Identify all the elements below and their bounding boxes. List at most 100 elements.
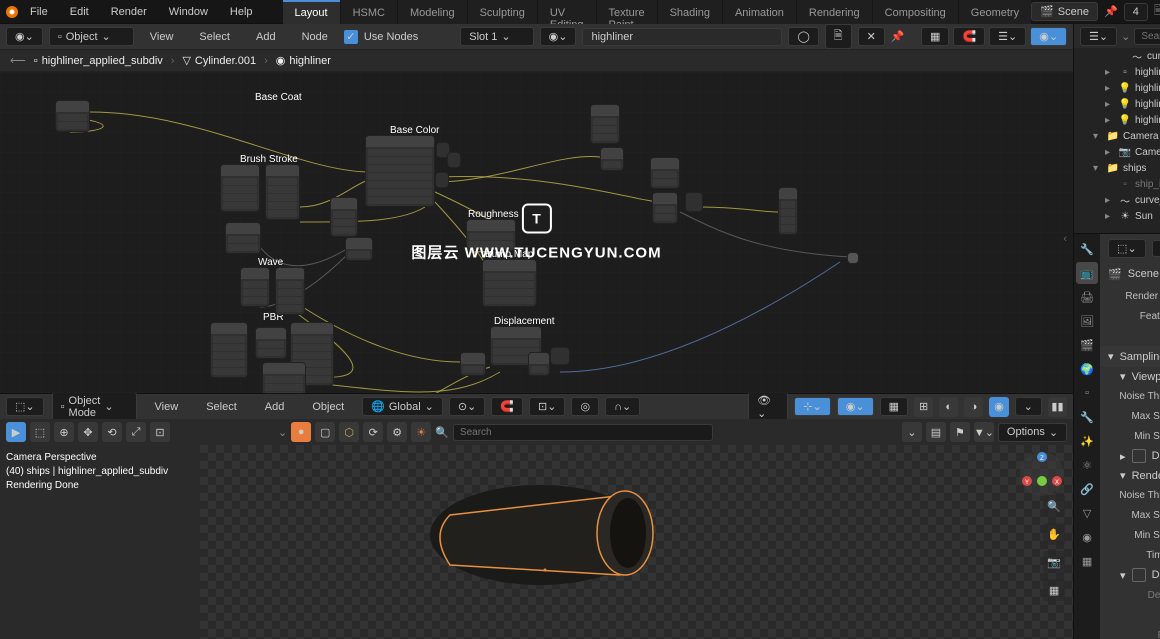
- collection-chevron-icon[interactable]: ⌄: [278, 426, 287, 439]
- collection-pin[interactable]: ⟳: [363, 422, 383, 442]
- node-menu-select[interactable]: Select: [189, 27, 240, 47]
- shader-node[interactable]: [460, 352, 486, 376]
- disclosure-icon[interactable]: ▸: [1105, 211, 1115, 222]
- node-snap-icon[interactable]: 🧲: [953, 27, 985, 46]
- render-subpanel-header[interactable]: ▾ Render ☰: [1100, 466, 1160, 485]
- tab-shading[interactable]: Shading: [658, 0, 722, 24]
- shader-node[interactable]: [220, 164, 260, 212]
- disclosure-icon[interactable]: ▸: [1105, 115, 1115, 126]
- shader-node[interactable]: [55, 100, 90, 132]
- tool-select-box[interactable]: ⬚: [30, 422, 50, 442]
- zoom-tool-icon[interactable]: 🔍: [1043, 495, 1065, 517]
- tab-modeling[interactable]: Modeling: [398, 0, 467, 24]
- vp-menu-add[interactable]: Add: [255, 397, 295, 417]
- options-dropdown[interactable]: Options ⌄: [998, 423, 1067, 442]
- shader-node[interactable]: [447, 152, 461, 168]
- breadcrumb-material[interactable]: ◉ highliner: [276, 54, 331, 67]
- sampling-panel-header[interactable]: ▾ Sampling ⋯: [1100, 346, 1160, 367]
- prop-tab-viewlayer[interactable]: 🖼: [1076, 310, 1098, 332]
- tool-rotate[interactable]: ⟲: [102, 422, 122, 442]
- perspective-tool-icon[interactable]: ▦: [1043, 579, 1065, 601]
- menu-window[interactable]: Window: [159, 2, 218, 22]
- material-name-field[interactable]: highliner: [582, 28, 782, 46]
- breadcrumb-mesh[interactable]: ▽ Cylinder.001: [182, 54, 256, 67]
- slot-dropdown[interactable]: Slot 1 ⌄: [460, 27, 533, 46]
- prop-tab-particles[interactable]: ✨: [1076, 430, 1098, 452]
- outliner-item[interactable]: ～ curve_path ↖☑👁🖵📷: [1074, 48, 1160, 64]
- prop-tab-tool[interactable]: 🔧: [1076, 238, 1098, 260]
- shader-node[interactable]: [435, 172, 449, 188]
- disclosure-icon[interactable]: ▾: [1093, 131, 1103, 142]
- navigation-gizmo[interactable]: Z Y X: [1017, 449, 1067, 499]
- pan-tool-icon[interactable]: ✋: [1043, 523, 1065, 545]
- prop-tab-output[interactable]: 🖨: [1076, 286, 1098, 308]
- collection-gear[interactable]: ⚙: [387, 422, 407, 442]
- outliner-item[interactable]: ▸ ☀ Sun ☀ ↖☑👁🖵📷: [1074, 208, 1160, 224]
- shader-node[interactable]: [330, 197, 358, 237]
- prop-tab-modifier[interactable]: 🔧: [1076, 406, 1098, 428]
- shader-node[interactable]: [210, 322, 248, 378]
- shader-node[interactable]: [778, 187, 798, 235]
- shader-node[interactable]: [262, 362, 306, 393]
- shading-wireframe[interactable]: ⊞: [914, 397, 933, 417]
- outliner-item[interactable]: ▾ 📁 Camera ☑↖👁🖵📷: [1074, 128, 1160, 144]
- pivot-dropdown[interactable]: ⊙⌄: [449, 397, 485, 416]
- tool-cursor[interactable]: ⊕: [54, 422, 74, 442]
- material-new-icon[interactable]: 🗎: [825, 24, 852, 49]
- disclosure-icon[interactable]: ▾: [1093, 163, 1103, 174]
- tab-texture-paint[interactable]: Texture Paint: [597, 0, 657, 24]
- prop-tab-scene[interactable]: 🎬: [1076, 334, 1098, 356]
- shader-node[interactable]: [685, 192, 703, 212]
- breadcrumb-pin-icon[interactable]: ⟵: [10, 54, 26, 67]
- viewport-mode-dropdown[interactable]: ▫ Object Mode ⌄: [52, 392, 137, 422]
- denoise-vp-checkbox[interactable]: [1132, 449, 1146, 463]
- prop-tab-data[interactable]: ▽: [1076, 502, 1098, 524]
- shader-node[interactable]: [466, 219, 516, 251]
- shader-node[interactable]: [225, 222, 261, 254]
- shader-node[interactable]: [550, 347, 570, 365]
- editor-type-dropdown[interactable]: ◉⌄: [6, 27, 43, 46]
- props-search-input[interactable]: [1152, 240, 1160, 257]
- tab-geometry[interactable]: Geometry: [959, 0, 1031, 24]
- material-browse[interactable]: ◉⌄: [540, 27, 577, 46]
- props-type-icon[interactable]: ⬚⌄: [1108, 239, 1146, 258]
- prop-tab-texture[interactable]: ▦: [1076, 550, 1098, 572]
- tab-compositing[interactable]: Compositing: [873, 0, 958, 24]
- prop-tab-physics[interactable]: ⚛: [1076, 454, 1098, 476]
- menu-help[interactable]: Help: [220, 2, 263, 22]
- outliner-item[interactable]: ▸ 💡 highliner_fill_light 💡 ↖☑👁🖵📷: [1074, 80, 1160, 96]
- shader-node[interactable]: [240, 267, 270, 307]
- shader-node[interactable]: [600, 147, 624, 171]
- scene-selector[interactable]: 🎬 Scene: [1031, 2, 1098, 21]
- denoise-rd-header[interactable]: ▾ Denoise: [1100, 565, 1160, 585]
- shader-node[interactable]: [650, 157, 680, 189]
- shading-preview[interactable]: ◑: [964, 397, 983, 417]
- view-book-icon[interactable]: ▤: [926, 422, 946, 442]
- prop-tab-constraint[interactable]: 🔗: [1076, 478, 1098, 500]
- tab-animation[interactable]: Animation: [723, 0, 796, 24]
- node-view-icon[interactable]: ☰⌄: [989, 27, 1026, 46]
- outliner-search-input[interactable]: [1134, 28, 1160, 45]
- collection-gold[interactable]: ⬡: [339, 422, 359, 442]
- collection-color-orange[interactable]: ●: [291, 422, 311, 442]
- outliner-display-mode[interactable]: ☰⌄: [1080, 27, 1117, 46]
- tool-transform[interactable]: ⊡: [150, 422, 170, 442]
- overlay-toggle[interactable]: ◉⌄: [837, 397, 874, 416]
- node-overlay-icon[interactable]: ▦: [921, 27, 949, 46]
- hierarchy-icon[interactable]: ⌄: [1121, 30, 1130, 43]
- shader-node[interactable]: [590, 104, 620, 144]
- vp-menu-select[interactable]: Select: [196, 397, 247, 417]
- node-menu-add[interactable]: Add: [246, 27, 286, 47]
- outliner-item[interactable]: ▫ ship_instances ☑↖👁🖵📷: [1074, 176, 1160, 192]
- tool-scale[interactable]: ⤢: [126, 422, 146, 442]
- outliner-tree[interactable]: ～ curve_path ↖☑👁🖵📷 ▸ ▫ highliner_base 🔧 …: [1074, 48, 1160, 233]
- tab-uv-editing[interactable]: UV Editing: [538, 0, 596, 24]
- tool-move[interactable]: ✥: [78, 422, 98, 442]
- shader-node[interactable]: [275, 267, 305, 315]
- proportional-dropdown[interactable]: ∩⌄: [605, 397, 640, 416]
- collection-icon[interactable]: ▢: [315, 422, 335, 442]
- tab-rendering[interactable]: Rendering: [797, 0, 872, 24]
- disclosure-icon[interactable]: ▸: [1105, 83, 1115, 94]
- shader-node[interactable]: [365, 135, 435, 207]
- disclosure-icon[interactable]: ▸: [1105, 67, 1115, 78]
